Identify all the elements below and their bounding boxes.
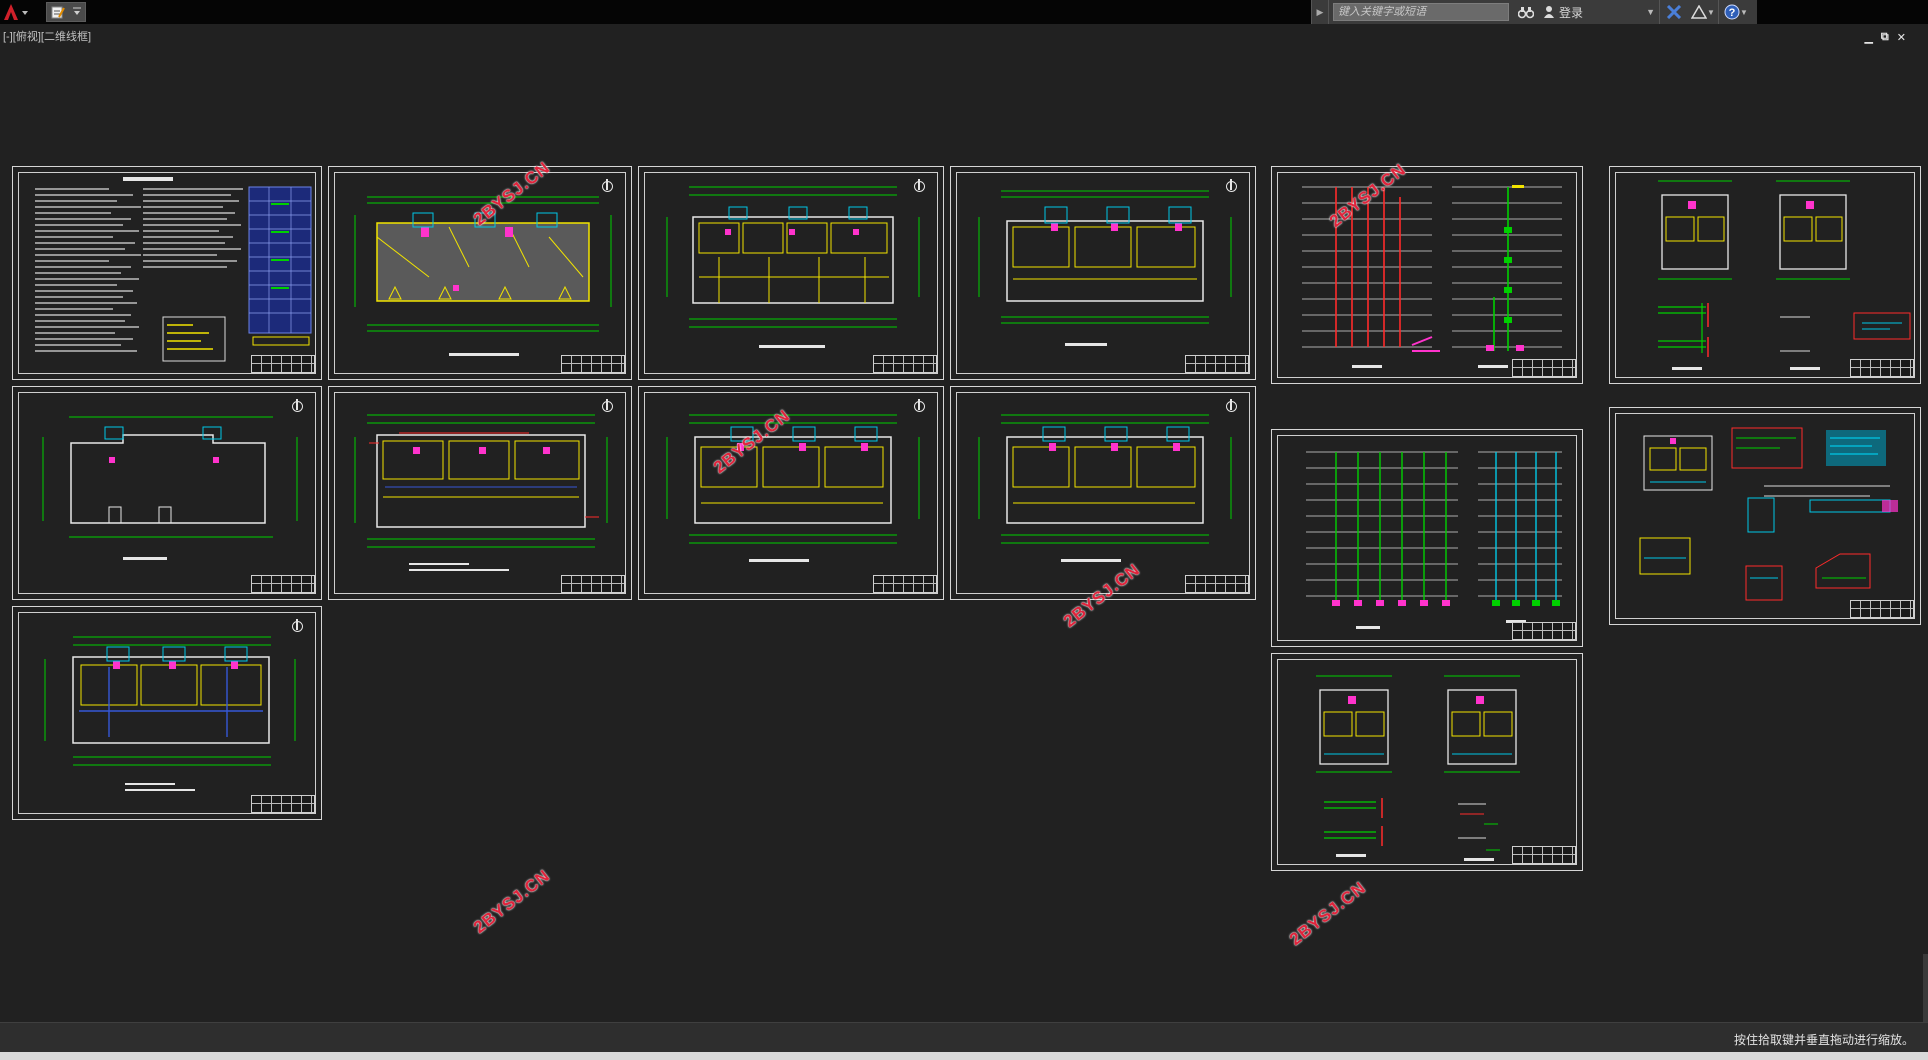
help-icon: ? [1724,4,1740,20]
command-status-bar: 按住拾取键并垂直拖动进行缩放。 [0,1022,1928,1053]
floor-plan-drawing [354,414,608,571]
title-block [1185,355,1249,373]
title-block [1512,359,1576,377]
info-center: ▶ 登录 ▼ ▼ [1311,0,1757,24]
exchange-apps-button[interactable] [1659,0,1688,24]
application-menu-button[interactable] [0,0,34,24]
help-dropdown-icon[interactable]: ▼ [1740,8,1748,17]
title-block [251,355,315,373]
info-center-expand-arrow-icon[interactable]: ▶ [1312,0,1329,24]
quick-access-toolbar[interactable] [46,2,86,22]
title-block [561,355,625,373]
autocad-a-icon [4,4,28,20]
binoculars-icon [1518,7,1534,19]
drawing-sheet-floor-plan-4[interactable] [950,166,1256,380]
title-block [251,795,315,813]
stay-connected-dropdown-icon[interactable]: ▼ [1707,8,1715,17]
drawing-canvas[interactable]: 2BYSJ.CN 2BYSJ.CN 2BYSJ.CN 2BYSJ.CN 2BYS… [0,24,1928,1024]
drawing-sheet-design-notes[interactable] [12,166,322,380]
login-dropdown-icon[interactable]: ▼ [1646,7,1655,17]
stay-connected-icon [1691,5,1708,19]
drawing-sheet-floor-plan-9[interactable] [12,606,322,820]
title-block [1512,846,1576,864]
user-icon [1544,6,1554,18]
detail-drawing [1639,427,1898,601]
drawing-sheet-unit-plans-2[interactable] [1271,653,1583,871]
drawing-sheet-riser-diagram[interactable] [1271,166,1583,384]
floor-plan-drawing [978,190,1232,346]
title-block [1185,575,1249,593]
login-button[interactable]: 登录 ▼ [1539,0,1659,24]
help-button[interactable]: ? ▼ [1718,0,1753,24]
title-block [1850,600,1914,618]
floor-plan-drawing [666,186,920,348]
title-block [873,355,937,373]
drawing-sheet-floor-plan-3[interactable] [638,166,944,380]
riser-diagram-drawing [1302,185,1562,368]
drawing-sheet-floor-plan-6[interactable] [328,386,632,600]
search-binoculars-button[interactable] [1513,0,1539,24]
title-block [251,575,315,593]
title-block [561,575,625,593]
drawing-sheet-details[interactable] [1609,407,1921,625]
floor-plan-drawing [978,414,1232,562]
drawing-sheet-unit-plans[interactable] [1609,166,1921,384]
title-block [1850,359,1914,377]
riser-diagram-drawing [1306,451,1562,629]
svg-text:?: ? [1729,7,1736,19]
status-message: 按住拾取键并垂直拖动进行缩放。 [1733,1033,1914,1047]
dropdown-arrow-icon[interactable] [72,5,82,19]
unit-plan-drawing [1316,675,1520,861]
search-input[interactable] [1333,3,1509,21]
drawing-sheet-floor-plan-8[interactable] [950,386,1256,600]
bottom-border-strip [0,1052,1928,1060]
unit-plan-drawing [1658,180,1911,370]
watermark-text: 2BYSJ.CN [1286,877,1370,949]
floor-plan-drawing [354,196,612,356]
document-edit-icon[interactable] [51,5,65,19]
drawing-sheet-riser-diagram-2[interactable] [1271,429,1583,647]
stay-connected-button[interactable]: ▼ [1688,0,1718,24]
login-label: 登录 [1559,5,1584,20]
floor-plan-drawing [44,636,296,791]
watermark-text: 2BYSJ.CN [470,865,554,937]
vertical-scrollbar[interactable] [1923,954,1928,1024]
exchange-x-icon [1666,5,1682,19]
drawing-sheet-floor-plan-2[interactable] [328,166,632,380]
floor-plan-drawing [42,416,298,560]
title-bar: ▶ 登录 ▼ ▼ [0,0,1928,24]
title-block [873,575,937,593]
design-notes-text-block [35,177,312,362]
title-block [1512,622,1576,640]
drawing-sheet-floor-plan-5[interactable] [12,386,322,600]
